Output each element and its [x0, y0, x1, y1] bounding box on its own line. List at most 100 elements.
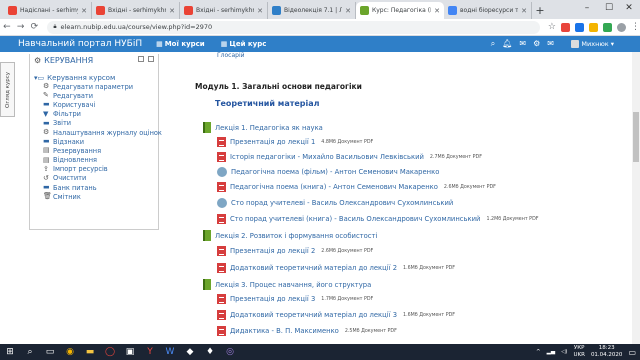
resource-link[interactable]: Презентація до лекції 1 4.8Мб Документ PD… — [217, 137, 373, 147]
admin-item[interactable]: ▬ Відзнаки — [30, 137, 158, 146]
resource-link[interactable]: Додатковий теоретичний матеріал до лекці… — [217, 263, 455, 273]
moodle-header: Навчальний портал НУБіП ▦ Мої курси ▦ Цей … — [0, 36, 640, 52]
task-view-icon[interactable]: ▭ — [40, 344, 60, 360]
resource-link[interactable]: Педагогічна поема (фільм) - Антон Семено… — [217, 167, 439, 177]
resource-link[interactable]: Презентація до лекції 2 2.6Мб Документ PD… — [217, 246, 373, 256]
new-tab-button[interactable]: + — [532, 2, 548, 19]
close-tab-icon[interactable]: ✕ — [169, 7, 175, 15]
lecture-link[interactable]: Лекція 3. Процес навчання, його структур… — [203, 279, 371, 290]
chevron-up-icon[interactable]: ^ — [536, 349, 541, 355]
word-icon[interactable]: W — [160, 344, 180, 360]
settings-icon[interactable]: ⚙ — [533, 39, 540, 49]
clock[interactable]: 18:23 01.04.2020 — [591, 345, 623, 359]
search-icon[interactable]: ⌕ — [491, 39, 495, 49]
back-icon[interactable]: ← — [0, 22, 14, 32]
close-tab-icon[interactable]: ✕ — [257, 7, 263, 15]
chrome-icon[interactable]: ◉ — [60, 344, 80, 360]
resource-meta: 2.6Мб Документ PDF — [321, 248, 374, 254]
reload-icon[interactable]: ⟳ — [28, 22, 42, 32]
site-name[interactable]: Навчальний портал НУБіП — [18, 39, 142, 49]
close-tab-icon[interactable]: ✕ — [345, 7, 351, 15]
book-icon — [203, 279, 211, 290]
notification-icon[interactable]: ▭ — [628, 348, 636, 357]
resource-link[interactable]: Дидактика - В. П. Максименко 2.5Мб Докуме… — [217, 326, 397, 336]
lecture-link[interactable]: Лекція 1. Педагогіка як наука — [203, 122, 323, 133]
admin-item[interactable]: 🗑︎ Смітник — [30, 192, 158, 201]
opera-icon[interactable]: ◯ — [100, 344, 120, 360]
menu-icon[interactable]: ⋮ — [631, 22, 640, 32]
browser-tab[interactable]: Надіслані - serhimykhnak✕ — [4, 2, 92, 19]
admin-item[interactable]: ▬ Користувачі — [30, 100, 158, 109]
restore-icon: ▤ — [43, 155, 50, 164]
viber-icon[interactable]: ◎ — [220, 344, 240, 360]
resource-link[interactable]: Сто порад учителеві - Василь Олександров… — [217, 198, 453, 208]
scrollbar-thumb[interactable] — [633, 112, 639, 162]
admin-item[interactable]: ✎ Редагувати — [30, 91, 158, 100]
browser-tab[interactable]: Вхідні - serhimykhnak✕ — [92, 2, 180, 19]
admin-item[interactable]: ▬ Банк питань — [30, 183, 158, 192]
photos-icon[interactable]: ▣ — [120, 344, 140, 360]
browser-tab[interactable]: Відеолекція 7.1 | Лекція✕ — [268, 2, 356, 19]
admin-item[interactable]: ▬ Звіти — [30, 119, 158, 128]
close-tab-icon[interactable]: ✕ — [81, 7, 87, 15]
app-icon[interactable]: ♦ — [200, 344, 220, 360]
favicon-icon — [96, 6, 105, 15]
bell-icon[interactable]: 🔔︎ — [502, 39, 512, 49]
star-icon[interactable]: ☆ — [548, 22, 556, 32]
close-tab-icon[interactable]: ✕ — [434, 7, 440, 15]
browser-tab[interactable]: Вхідні - serhimykhnak✕ — [180, 2, 268, 19]
url-field[interactable]: 🔒︎ elearn.nubip.edu.ua/course/view.php?i… — [47, 20, 540, 34]
extension-icon[interactable] — [560, 22, 570, 32]
chat-icon[interactable]: ✉ — [519, 39, 526, 49]
app-icon[interactable]: ◆ — [180, 344, 200, 360]
reset-icon: ↺ — [43, 173, 49, 182]
admin-item[interactable]: ↺ Очистити — [30, 174, 158, 183]
minimize-button[interactable]: – — [576, 0, 598, 16]
collapse-icon[interactable] — [138, 56, 144, 62]
close-tab-icon[interactable]: ✕ — [521, 7, 527, 15]
this-course-menu[interactable]: ▦ Цей курс — [221, 40, 267, 48]
dock-icon[interactable] — [148, 56, 154, 62]
extension-icon[interactable] — [574, 22, 584, 32]
browser-tab[interactable]: Курс: Педагогіка (ВБА)✕ — [356, 2, 444, 19]
profile-icon[interactable] — [616, 22, 626, 32]
resource-link[interactable]: Історія педагогіки - Михайло Васильович … — [217, 152, 482, 162]
resource-title: Дидактика - В. П. Максименко — [230, 327, 339, 335]
my-courses-menu[interactable]: ▦ Мої курси — [156, 40, 205, 48]
resource-link[interactable]: Педагогічна поема (книга) - Антон Семено… — [217, 182, 496, 192]
admin-item[interactable]: ▤ Резервування — [30, 146, 158, 155]
admin-item[interactable]: ⚙ Налаштування журналу оцінок — [30, 128, 162, 137]
mail-icon[interactable]: ✉ — [547, 39, 554, 49]
extension-icon[interactable] — [588, 22, 598, 32]
admin-item[interactable]: ▤ Відновлення — [30, 156, 158, 165]
file-explorer-icon[interactable]: ▬ — [80, 344, 100, 360]
forward-icon[interactable]: → — [14, 22, 28, 32]
close-window-button[interactable]: ✕ — [618, 0, 640, 16]
maximize-button[interactable]: ☐ — [598, 0, 620, 16]
trash-icon: 🗑︎ — [43, 192, 52, 201]
course-content: Глосарій Модуль 1. Загальні основи педаг… — [195, 52, 625, 344]
network-icon[interactable]: ▂▄ — [547, 349, 555, 355]
yandex-icon[interactable]: Y — [140, 344, 160, 360]
gear-icon: ⚙ — [43, 128, 50, 137]
scrollbar[interactable] — [632, 52, 640, 344]
resource-link[interactable]: Сто порад учителеві (книга) - Василь Оле… — [217, 214, 539, 224]
course-overview-tab[interactable]: Огляд курсу — [0, 62, 15, 117]
glossary-link[interactable]: Глосарій — [217, 52, 245, 59]
volume-icon[interactable]: ◁) — [561, 349, 567, 355]
user-menu[interactable]: Михнюк ▾ — [571, 40, 614, 48]
course-admin-root[interactable]: ▾▭ Керування курсом — [30, 73, 158, 82]
windows-start-icon[interactable]: ⊞ — [0, 344, 20, 360]
admin-item[interactable]: ⚙ Редагувати параметри — [30, 82, 158, 91]
resource-link[interactable]: Додатковий теоретичний матеріал до лекці… — [217, 310, 455, 320]
language-indicator[interactable]: УКР UKR — [573, 345, 584, 359]
browser-tab[interactable]: водні біоресурси та а✕ — [444, 2, 532, 19]
favicon-icon — [8, 6, 17, 15]
admin-item[interactable]: ▼ Фільтри — [30, 110, 158, 119]
lecture-link[interactable]: Лекція 2. Розвиток і формування особисто… — [203, 230, 377, 241]
resource-title: Історія педагогіки - Михайло Васильович … — [230, 153, 424, 161]
extension-icon[interactable] — [602, 22, 612, 32]
admin-item[interactable]: ⇪ Імпорт ресурсів — [30, 165, 158, 174]
resource-link[interactable]: Презентація до лекції 3 1.7Мб Документ PD… — [217, 294, 373, 304]
search-icon[interactable]: ⌕ — [20, 344, 40, 360]
